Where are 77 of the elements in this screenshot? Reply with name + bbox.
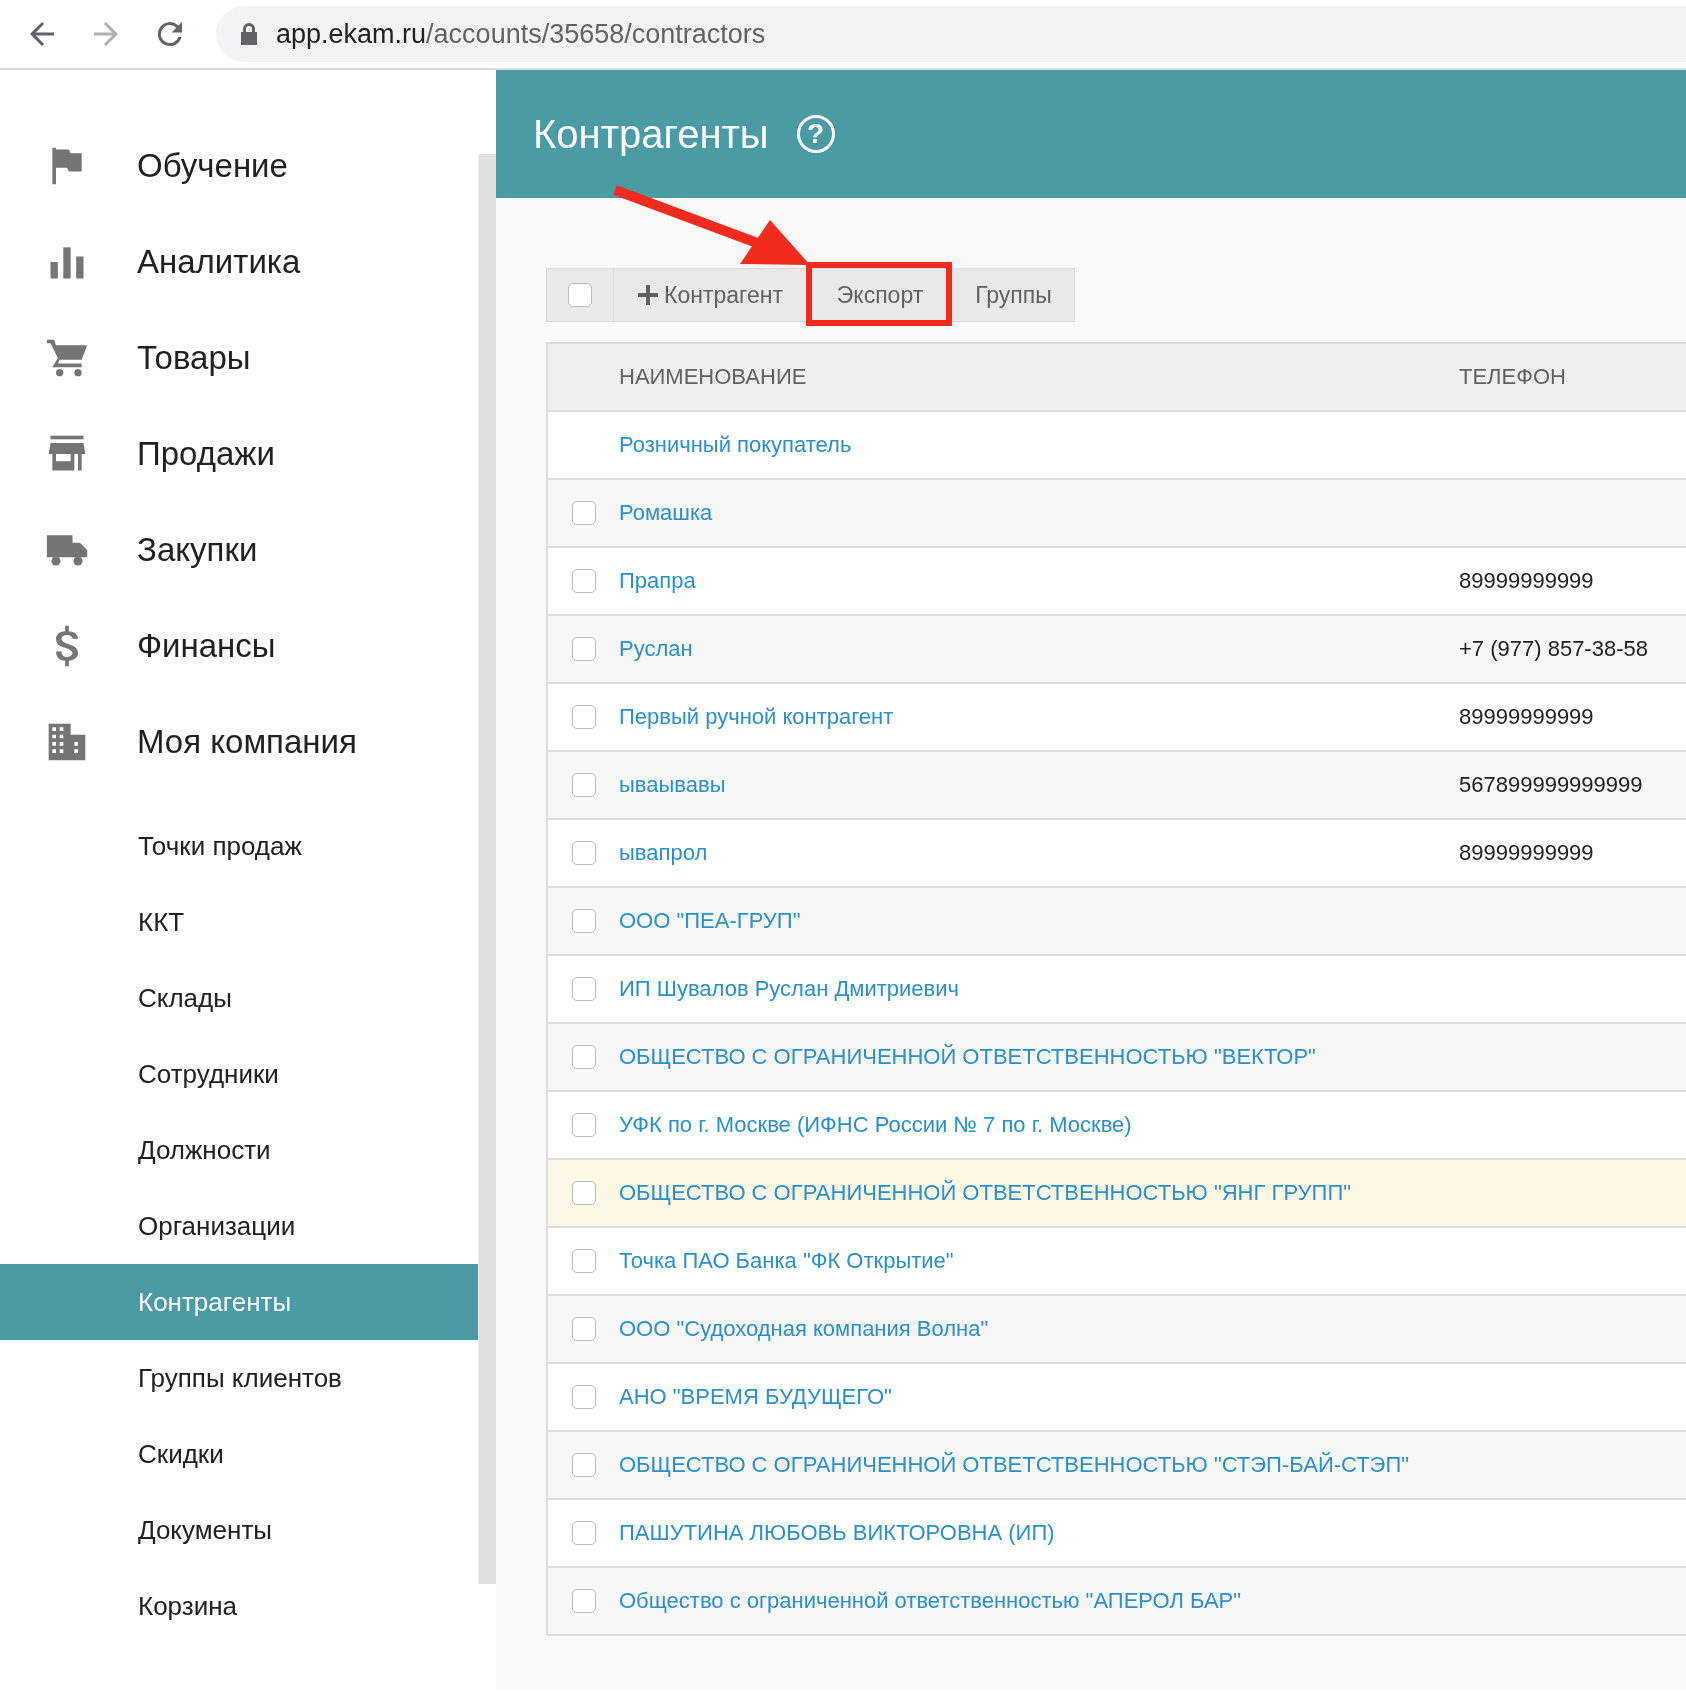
phone-cell: 89999999999 <box>1459 568 1594 593</box>
help-button[interactable]: ? <box>796 115 835 153</box>
row-checkbox[interactable] <box>571 1113 596 1137</box>
row-checkbox[interactable] <box>571 637 596 661</box>
table-row[interactable]: УФК по г. Москве (ИФНС России № 7 по г. Москве) <box>548 1092 1686 1160</box>
nav-subitem[interactable]: Документы <box>0 1492 479 1568</box>
nav-item[interactable]: Моя компания <box>0 694 479 790</box>
nav-item[interactable]: Продажи <box>0 406 479 502</box>
nav-item[interactable]: Аналитика <box>0 214 479 310</box>
nav-subitem[interactable]: ККТ <box>0 884 479 960</box>
row-checkbox[interactable] <box>571 773 596 797</box>
contractor-link[interactable]: ПАШУТИНА ЛЮБОВЬ ВИКТОРОВНА (ИП) <box>619 1517 1459 1549</box>
select-all-checkbox[interactable] <box>568 283 592 307</box>
nav-item[interactable]: Финансы <box>0 598 479 694</box>
nav-item[interactable]: Закупки <box>0 502 479 598</box>
row-checkbox[interactable] <box>571 705 596 729</box>
nav-subitem[interactable]: Организации <box>0 1188 479 1264</box>
contractor-link[interactable]: ИП Шувалов Руслан Дмитриевич <box>619 973 1459 1005</box>
row-checkbox[interactable] <box>571 501 596 525</box>
column-header: ТЕЛЕФОН <box>1459 364 1566 389</box>
contractor-link[interactable]: Первый ручной контрагент <box>619 701 1459 733</box>
table-row[interactable]: ИП Шувалов Руслан Дмитриевич <box>548 956 1686 1024</box>
scrollbar[interactable] <box>478 154 496 1584</box>
nav-subitem[interactable]: Сотрудники <box>0 1036 479 1112</box>
nav-subitem[interactable]: Склады <box>0 960 479 1036</box>
row-checkbox[interactable] <box>571 1045 596 1069</box>
row-checkbox[interactable] <box>571 1453 596 1477</box>
table-row[interactable]: ОБЩЕСТВО С ОГРАНИЧЕННОЙ ОТВЕТСТВЕННОСТЬЮ "ЯНГ ГРУПП" <box>548 1160 1686 1228</box>
row-checkbox[interactable] <box>571 841 596 865</box>
contractor-link[interactable]: ОБЩЕСТВО С ОГРАНИЧЕННОЙ ОТВЕТСТВЕННОСТЬЮ "ЯНГ ГРУПП" <box>619 1177 1459 1209</box>
lock-icon <box>240 23 258 45</box>
row-checkbox[interactable] <box>571 1521 596 1545</box>
table-row[interactable]: ПАШУТИНА ЛЮБОВЬ ВИКТОРОВНА (ИП) <box>548 1500 1686 1568</box>
nav-item[interactable]: Товары <box>0 310 479 406</box>
contractor-link[interactable]: Точка ПАО Банка "ФК Открытие" <box>619 1245 1459 1277</box>
row-checkbox[interactable] <box>571 1249 596 1273</box>
contractor-link[interactable]: ООО "Судоходная компания Волна" <box>619 1313 1459 1345</box>
contractor-link[interactable]: УФК по г. Москве (ИФНС России № 7 по г. Москве) <box>619 1109 1459 1141</box>
table-row[interactable]: Точка ПАО Банка "ФК Открытие" <box>548 1228 1686 1296</box>
phone-cell: 567899999999999 <box>1459 772 1643 797</box>
table-row[interactable]: Первый ручной контрагент 89999999999 <box>548 684 1686 752</box>
table-row[interactable]: ывапрол 89999999999 <box>548 820 1686 888</box>
phone-cell: 89999999999 <box>1459 840 1594 865</box>
nav-subitem[interactable]: Точки продаж <box>0 808 479 884</box>
nav-subitem[interactable]: Группы клиентов <box>0 1340 479 1416</box>
contractor-link[interactable]: Розничный покупатель <box>619 429 1459 461</box>
row-checkbox[interactable] <box>571 977 596 1001</box>
row-checkbox[interactable] <box>571 569 596 593</box>
row-checkbox[interactable] <box>571 1385 596 1409</box>
row-checkbox[interactable] <box>571 909 596 933</box>
contractor-link[interactable]: ывапрол <box>619 837 1459 869</box>
address-field[interactable]: app.ekam.ru/accounts/35658/contractors <box>216 6 1686 62</box>
column-header: НАИМЕНОВАНИЕ <box>619 363 808 392</box>
nav-subitem[interactable]: Должности <box>0 1112 479 1188</box>
row-checkbox[interactable] <box>571 1589 596 1613</box>
table-row[interactable]: АНО "ВРЕМЯ БУДУЩЕГО" <box>548 1364 1686 1432</box>
phone-cell: +7 (977) 857-38-58 <box>1459 636 1648 661</box>
plus-icon <box>638 285 659 305</box>
table-row[interactable]: Розничный покупатель <box>548 412 1686 480</box>
contractor-link[interactable]: АНО "ВРЕМЯ БУДУЩЕГО" <box>619 1381 1459 1413</box>
table-row[interactable]: Прапра 89999999999 <box>548 548 1686 616</box>
nav-subitem[interactable]: Корзина <box>0 1568 479 1644</box>
nav-subitem[interactable]: Скидки <box>0 1416 479 1492</box>
nav-subitem[interactable]: Контрагенты <box>0 1264 479 1340</box>
page-title: Контрагенты <box>533 111 769 157</box>
nav-item[interactable]: Обучение <box>0 118 479 214</box>
contractor-link[interactable]: Ромашка <box>619 497 1459 529</box>
contractor-link[interactable]: ОБЩЕСТВО С ОГРАНИЧЕННОЙ ОТВЕТСТВЕННОСТЬЮ "СТЭП-БАЙ-СТЭП" <box>619 1449 1459 1481</box>
contractor-link[interactable]: Общество с ограниченной ответственностью "АПЕРОЛ БАР" <box>619 1585 1459 1617</box>
phone-cell: 89999999999 <box>1459 704 1594 729</box>
contractor-link[interactable]: ООО "ПЕА-ГРУП" <box>619 905 1459 937</box>
contractor-link[interactable]: Руслан <box>619 633 1459 665</box>
contractor-link[interactable]: ОБЩЕСТВО С ОГРАНИЧЕННОЙ ОТВЕТСТВЕННОСТЬЮ "ВЕКТОР" <box>619 1041 1459 1073</box>
row-checkbox[interactable] <box>571 1181 596 1205</box>
row-checkbox[interactable] <box>571 1317 596 1341</box>
contractor-link[interactable]: Прапра <box>619 565 1459 597</box>
contractor-link[interactable]: ываывавы <box>619 769 1459 801</box>
